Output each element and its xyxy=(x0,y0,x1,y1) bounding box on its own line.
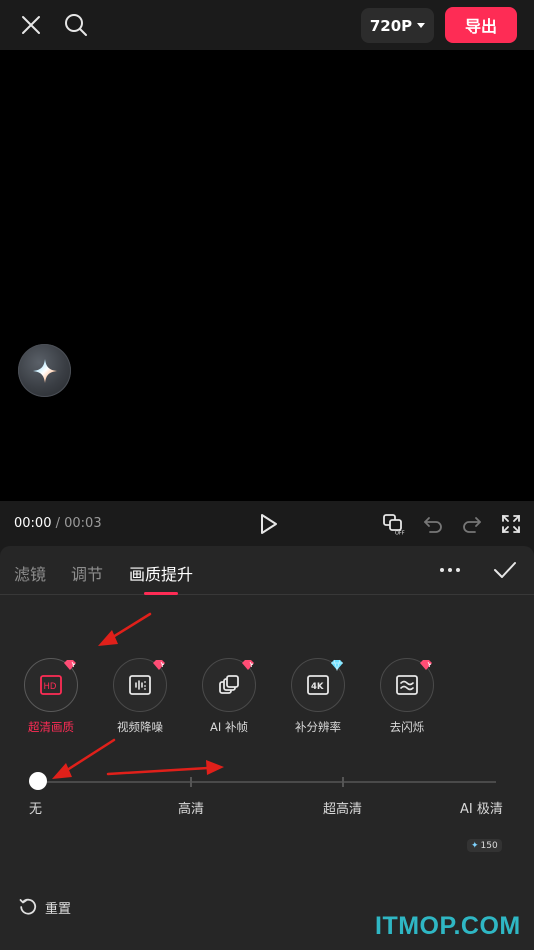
fullscreen-icon xyxy=(502,515,520,533)
current-time: 00:00 xyxy=(14,516,52,531)
feature-super-resolution[interactable]: HD 超清画质 xyxy=(11,658,91,738)
pink-gem-icon xyxy=(64,660,76,670)
pink-gem-icon xyxy=(420,660,432,670)
blue-gem-icon xyxy=(331,659,343,671)
compare-off-button[interactable]: OFF xyxy=(382,512,406,537)
enhance-features: HD 超清画质 视频降噪 AI 补帧 4K 补分辨率 去闪烁 xyxy=(0,658,534,738)
tab-filters[interactable]: 滤镜 xyxy=(14,561,46,585)
denoise-icon xyxy=(129,675,151,695)
svg-text:OFF: OFF xyxy=(395,531,405,537)
feature-label: 超清画质 xyxy=(28,720,74,734)
effects-panel: 滤镜 调节 画质提升 HD 超清画质 视频降噪 AI 补帧 4K 补分辨率 去闪… xyxy=(0,546,534,950)
credit-amount: 150 xyxy=(480,840,498,851)
undo-icon xyxy=(424,517,442,533)
check-icon xyxy=(494,562,516,578)
feature-label: 补分辨率 xyxy=(295,720,341,734)
feature-video-denoise[interactable]: 视频降噪 xyxy=(100,658,180,738)
resolution-label: 720P xyxy=(369,16,413,35)
feature-label: AI 补帧 xyxy=(210,720,248,734)
top-bar: 720P 导出 xyxy=(0,0,534,50)
sparkle-icon xyxy=(32,358,57,383)
feature-ai-frame-interpolation[interactable]: AI 补帧 xyxy=(189,658,269,738)
video-preview[interactable] xyxy=(0,50,534,501)
slider-knob[interactable] xyxy=(29,772,47,790)
level-ai-ultra-label[interactable]: AI 极清 xyxy=(460,798,503,817)
svg-text:4K: 4K xyxy=(311,682,324,692)
deflicker-icon xyxy=(396,675,418,695)
level-hd-label[interactable]: 高清 xyxy=(178,798,204,817)
level-none-label[interactable]: 无 xyxy=(29,798,42,817)
close-icon xyxy=(22,16,40,34)
time-display: 00:00 / 00:03 xyxy=(14,516,102,531)
redo-button[interactable] xyxy=(460,512,484,536)
slider-tick xyxy=(342,777,344,787)
slider-track[interactable] xyxy=(38,781,496,783)
search-icon xyxy=(65,14,87,36)
compare-off-icon: OFF xyxy=(383,514,405,537)
playback-bar: 00:00 / 00:03 OFF xyxy=(0,501,534,546)
undo-button[interactable] xyxy=(421,512,445,536)
resolution-dropdown[interactable]: 720P xyxy=(361,8,434,43)
play-icon xyxy=(261,514,277,534)
svg-text:HD: HD xyxy=(44,682,57,692)
tab-adjust[interactable]: 调节 xyxy=(71,561,103,585)
tab-quality-enhance[interactable]: 画质提升 xyxy=(129,561,193,585)
more-button[interactable] xyxy=(437,560,463,580)
pink-gem-icon xyxy=(242,660,254,670)
quality-slider[interactable]: 无 高清 超高清 AI 极清 ✦ 150 xyxy=(0,766,534,856)
ai-credit-badge: ✦ 150 xyxy=(467,839,502,852)
feature-upscale-resolution[interactable]: 4K 补分辨率 xyxy=(278,658,358,738)
play-button[interactable] xyxy=(255,511,281,537)
tab-bar: 滤镜 调节 画质提升 xyxy=(0,546,534,595)
level-ultra-hd-label[interactable]: 超高清 xyxy=(323,798,362,817)
close-button[interactable] xyxy=(14,8,48,42)
caret-down-icon xyxy=(417,23,426,28)
4k-icon: 4K xyxy=(307,675,329,695)
export-button[interactable]: 导出 xyxy=(445,7,517,43)
reset-label: 重置 xyxy=(45,901,72,917)
app-screen: 720P 导出 00:00 / 00:03 OFF 滤镜 调节 画质提升 HD … xyxy=(0,0,534,950)
feature-label: 视频降噪 xyxy=(117,720,163,734)
more-icon xyxy=(440,568,460,572)
ai-assistant-button[interactable] xyxy=(18,344,71,397)
frame-interpolation-icon xyxy=(219,675,239,694)
watermark: ITMOP.COM xyxy=(375,912,521,940)
time-separator: / xyxy=(51,516,65,531)
total-time: 00:03 xyxy=(64,516,102,531)
reset-icon xyxy=(19,898,37,915)
confirm-button[interactable] xyxy=(492,558,518,582)
feature-deflicker[interactable]: 去闪烁 xyxy=(367,658,447,738)
credit-star-icon: ✦ xyxy=(471,840,479,851)
reset-button[interactable]: 重置 xyxy=(18,896,71,918)
active-tab-indicator xyxy=(144,592,178,595)
fullscreen-button[interactable] xyxy=(499,512,523,536)
feature-label: 去闪烁 xyxy=(389,720,425,734)
slider-tick xyxy=(190,777,192,787)
pink-gem-icon xyxy=(153,660,165,670)
redo-icon xyxy=(463,517,481,533)
search-button[interactable] xyxy=(58,8,94,42)
hd-icon: HD xyxy=(40,675,62,695)
